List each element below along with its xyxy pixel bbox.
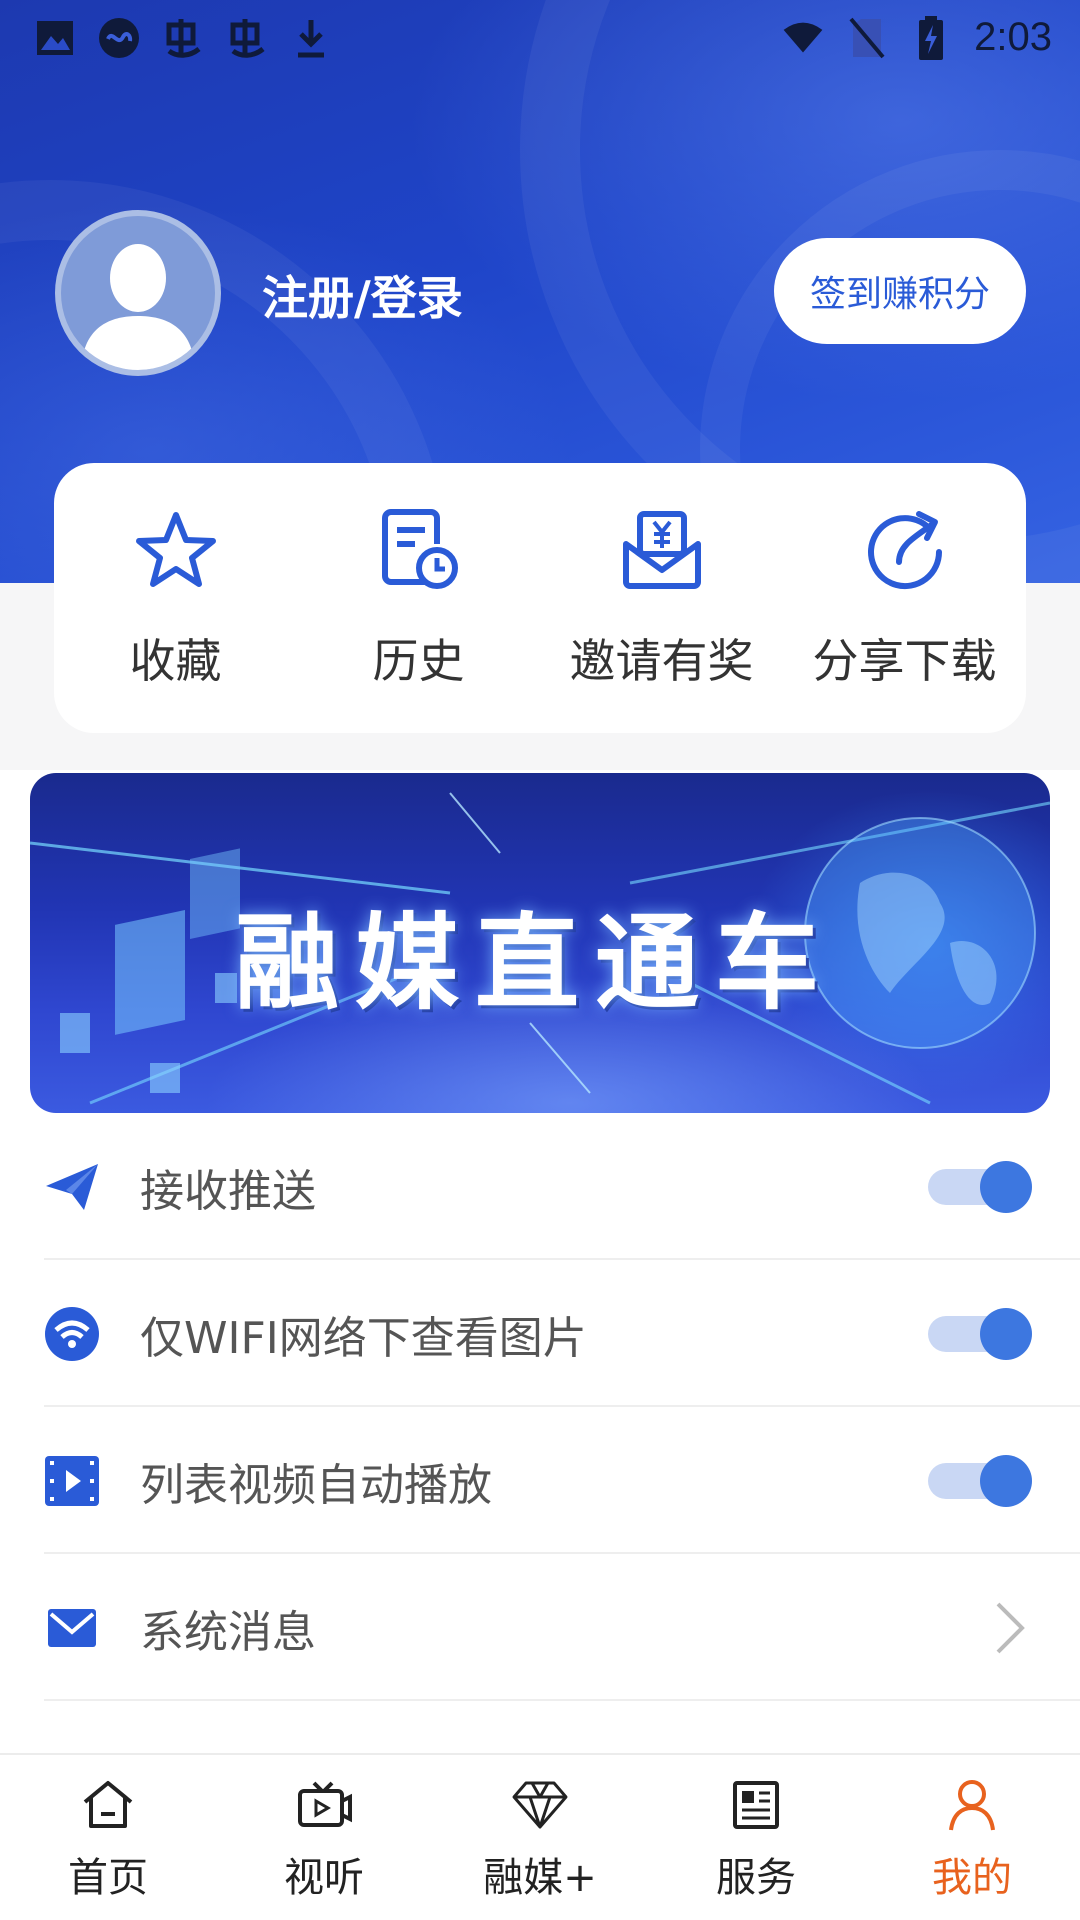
settings-list: 接收推送 仅WIFI网络下查看图片 列表视频自动播放 系统消息 [0, 1113, 1080, 1701]
chevron-right-icon [996, 1602, 1025, 1653]
setting-label: 列表视频自动播放 [140, 1459, 492, 1511]
quick-action-history[interactable]: 历史 [309, 505, 529, 691]
quick-action-label: 分享下载 [812, 634, 997, 688]
tab-label: 首页 [68, 1855, 148, 1901]
quick-action-favorites[interactable]: 收藏 [66, 505, 286, 691]
wifi-icon [782, 17, 824, 59]
user-silhouette-icon [81, 244, 195, 370]
status-bar: 2:03 [0, 0, 1080, 75]
tab-mine[interactable]: 我的 [882, 1755, 1062, 1903]
tab-audiovisual[interactable]: 视听 [234, 1755, 414, 1903]
setting-push: 接收推送 [0, 1113, 1080, 1260]
banner-title: 融媒直通车 [235, 902, 836, 1024]
invite-reward-icon [617, 505, 707, 595]
tab-media-plus[interactable]: 融媒+ [450, 1755, 630, 1903]
home-icon [78, 1775, 138, 1835]
image-icon [34, 17, 76, 59]
setting-label: 仅WIFI网络下查看图片 [140, 1312, 587, 1364]
quick-actions-card: 收藏 历史 邀请有奖 分享下载 [54, 463, 1026, 733]
tab-services[interactable]: 服务 [666, 1755, 846, 1903]
video-icon [44, 1453, 100, 1509]
send-icon [44, 1159, 100, 1215]
quick-action-label: 历史 [372, 634, 465, 688]
quick-action-label: 邀请有奖 [569, 634, 754, 688]
mail-icon [44, 1600, 100, 1656]
setting-wifi-images: 仅WIFI网络下查看图片 [0, 1260, 1080, 1407]
history-icon [374, 505, 464, 595]
setting-label: 系统消息 [140, 1606, 316, 1658]
push-toggle[interactable] [928, 1160, 1032, 1213]
tab-label: 融媒+ [483, 1855, 597, 1901]
download-icon [290, 17, 332, 59]
diamond-icon [510, 1775, 570, 1835]
quick-action-label: 收藏 [129, 634, 222, 688]
tab-label: 我的 [932, 1855, 1012, 1901]
tab-label: 视听 [284, 1855, 364, 1901]
battery-charging-icon [910, 15, 952, 60]
share-icon [860, 505, 950, 595]
bug-icon [226, 17, 268, 59]
bottom-tab-bar: 首页 视听 融媒+ 服务 我的 [0, 1753, 1080, 1920]
autoplay-toggle[interactable] [928, 1454, 1032, 1507]
wifi-circle-icon [44, 1306, 100, 1362]
checkin-button[interactable]: 签到赚积分 [774, 238, 1026, 344]
user-icon [942, 1775, 1002, 1835]
tv-icon [294, 1775, 354, 1835]
setting-autoplay: 列表视频自动播放 [0, 1407, 1080, 1554]
quick-action-invite[interactable]: 邀请有奖 [552, 505, 772, 691]
bug-icon [162, 17, 204, 59]
app-icon [98, 17, 140, 59]
tab-label: 服务 [716, 1855, 796, 1901]
login-register-link[interactable]: 注册/登录 [262, 262, 463, 328]
setting-label: 接收推送 [140, 1165, 316, 1217]
avatar[interactable] [55, 210, 221, 376]
wifi-images-toggle[interactable] [928, 1307, 1032, 1360]
quick-action-share[interactable]: 分享下载 [795, 505, 1015, 691]
newspaper-icon [726, 1775, 786, 1835]
tab-home[interactable]: 首页 [18, 1755, 198, 1903]
star-icon [131, 505, 221, 595]
setting-system-messages[interactable]: 系统消息 [0, 1554, 1080, 1701]
no-sim-icon [846, 17, 888, 59]
status-time: 2:03 [974, 15, 1052, 59]
promo-banner[interactable]: 融媒直通车 [30, 773, 1050, 1113]
